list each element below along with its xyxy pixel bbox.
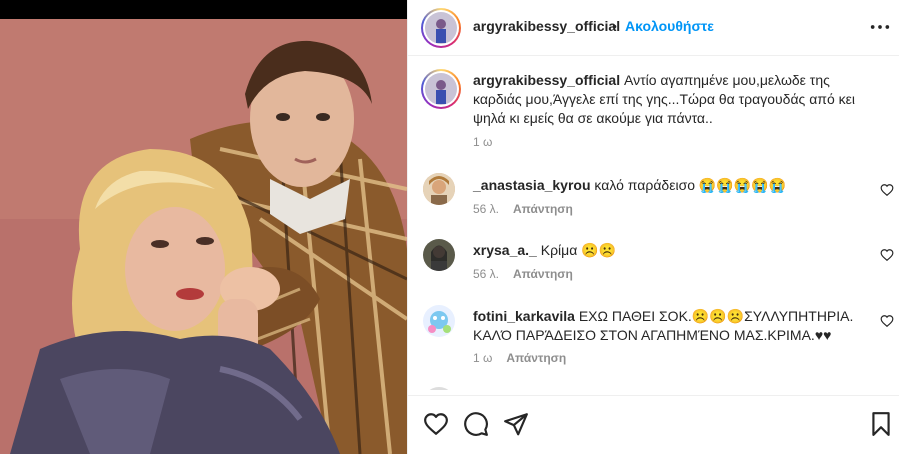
caption-avatar[interactable] (421, 69, 461, 109)
commenter-avatar[interactable] (423, 239, 455, 271)
bookmark-icon[interactable] (868, 411, 894, 437)
comment-time[interactable]: 56 λ. (473, 267, 499, 281)
header-separator-dot: • (612, 18, 617, 34)
comment-username[interactable]: xrysa_a._ (473, 242, 537, 258)
author-avatar[interactable] (421, 8, 461, 48)
comment-like-heart-icon[interactable] (880, 248, 894, 262)
post-photo[interactable] (0, 19, 407, 454)
commenter-avatar[interactable] (423, 173, 455, 205)
reply-button[interactable]: Απάντηση (513, 267, 573, 281)
comment-time[interactable]: 1 ω (473, 351, 492, 365)
comment-body: _anastasia_kyrou καλό παράδεισο 😭😭😭😭😭 (473, 176, 858, 195)
comment-username[interactable]: fotini_karkavila (473, 308, 575, 324)
instagram-post-view: argyrakibessy_official • Ακολουθήστε arg… (0, 0, 899, 454)
comment-body: xrysa_a._ Κρίμα ☹️☹️ (473, 241, 858, 260)
caption-time[interactable]: 1 ω (473, 135, 492, 149)
post-photo-pane (0, 0, 407, 454)
comment-username[interactable]: _anastasia_kyrou (473, 177, 591, 193)
follow-button[interactable]: Ακολουθήστε (625, 18, 714, 34)
comments-list[interactable]: argyrakibessy_official Αντίο αγαπημένε μ… (408, 57, 899, 390)
comment-text: Κρίμα ☹️☹️ (540, 242, 617, 258)
post-caption: argyrakibessy_official Αντίο αγαπημένε μ… (473, 71, 873, 128)
author-username[interactable]: argyrakibessy_official (473, 18, 620, 34)
commenter-avatar-partial[interactable] (423, 387, 455, 390)
caption-username[interactable]: argyrakibessy_official (473, 72, 620, 88)
comment-icon[interactable] (463, 411, 489, 437)
reply-button[interactable]: Απάντηση (506, 351, 566, 365)
heart-icon[interactable] (423, 411, 449, 437)
comment-text: καλό παράδεισο 😭😭😭😭😭 (594, 177, 787, 193)
comment-meta: 56 λ. Απάντηση (473, 202, 573, 216)
post-side-panel: argyrakibessy_official • Ακολουθήστε arg… (407, 0, 899, 454)
comment-meta: 1 ω Απάντηση (473, 351, 566, 365)
comment-like-heart-icon[interactable] (880, 183, 894, 197)
commenter-avatar[interactable] (423, 305, 455, 337)
paper-plane-icon[interactable] (503, 411, 529, 437)
post-header: argyrakibessy_official • Ακολουθήστε (408, 0, 899, 56)
comment-meta: 56 λ. Απάντηση (473, 267, 573, 281)
more-options-icon[interactable] (869, 16, 891, 38)
comment-like-heart-icon[interactable] (880, 314, 894, 328)
comment-body: fotini_karkavila ΕΧΩ ΠΑΘΕΙ ΣΟΚ.☹️☹️☹️ΣΥΛ… (473, 307, 858, 345)
comment-time[interactable]: 56 λ. (473, 202, 499, 216)
post-action-bar (408, 395, 899, 454)
reply-button[interactable]: Απάντηση (513, 202, 573, 216)
